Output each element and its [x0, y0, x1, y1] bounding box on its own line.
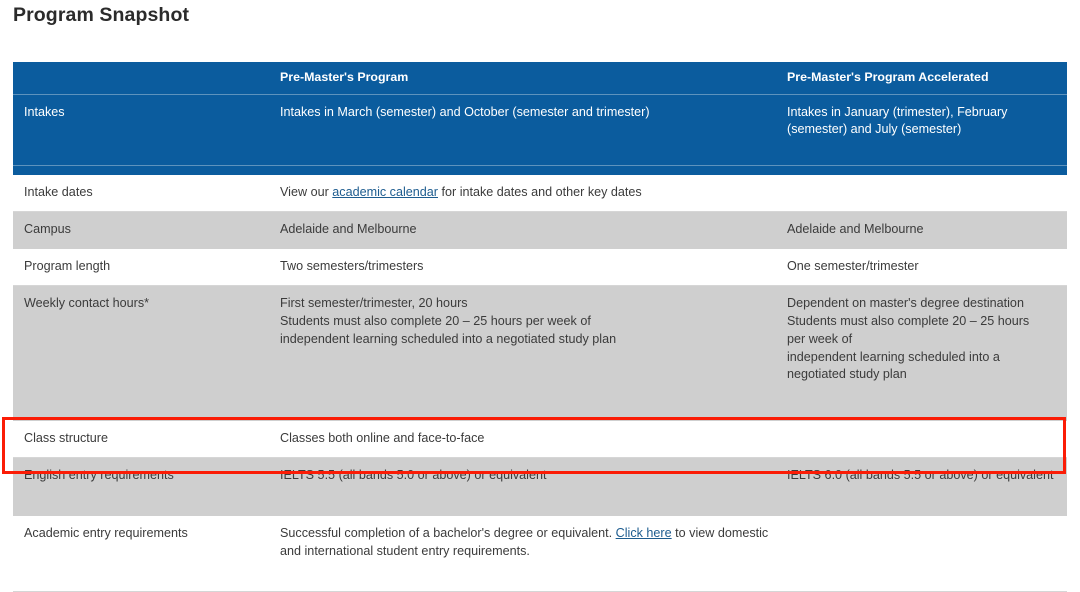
column-header-attribute: [13, 62, 280, 95]
row-label-intakes: Intakes: [13, 93, 280, 167]
page-title: Program Snapshot: [13, 4, 190, 26]
cell-intakes-premasters: Intakes in March (semester) and October …: [280, 93, 787, 167]
intake-dates-text-prefix: View our: [280, 185, 333, 200]
cell-weekly-contact-hours-premasters: First semester/trimester, 20 hours Stude…: [280, 285, 787, 422]
blue-spacer-cell-1: [13, 165, 280, 176]
table-row-blue-spacer: [13, 165, 1067, 176]
academic-calendar-link[interactable]: academic calendar: [332, 185, 438, 199]
table-row-class-structure: Class structure Classes both online and …: [13, 420, 1067, 459]
program-snapshot-table: Pre-Master's Program Pre-Master's Progra…: [13, 62, 1067, 592]
table-row-intake-dates: Intake dates View our academic calendar …: [13, 175, 1067, 213]
row-label-campus: Campus: [13, 211, 280, 250]
cell-class-structure-premasters-accelerated: [787, 420, 1067, 459]
table-row-program-length: Program length Two semesters/trimesters …: [13, 248, 1067, 286]
cell-english-entry-premasters: IELTS 5.5 (all bands 5.0 or above) or eq…: [280, 457, 787, 517]
column-header-premasters-accelerated: Pre-Master's Program Accelerated: [787, 62, 1067, 95]
row-label-program-length: Program length: [13, 248, 280, 286]
row-label-english-entry-requirements: English entry requirements: [13, 457, 280, 517]
cell-program-length-premasters: Two semesters/trimesters: [280, 248, 787, 286]
table-row-weekly-contact-hours: Weekly contact hours* First semester/tri…: [13, 285, 1067, 422]
blue-spacer-cell-2: [280, 165, 787, 176]
cell-class-structure-premasters: Classes both online and face-to-face: [280, 420, 787, 459]
cell-english-entry-premasters-accelerated: IELTS 6.0 (all bands 5.5 or above) or eq…: [787, 457, 1067, 517]
academic-entry-text-prefix: Successful completion of a bachelor's de…: [280, 526, 616, 541]
blue-spacer-cell-3: [787, 165, 1067, 176]
table-row-academic-entry-requirements: Academic entry requirements Successful c…: [13, 515, 1067, 592]
cell-intakes-premasters-accelerated: Intakes in January (trimester), February…: [787, 93, 1067, 167]
cell-program-length-premasters-accelerated: One semester/trimester: [787, 248, 1067, 286]
row-label-intake-dates: Intake dates: [13, 175, 280, 213]
row-label-class-structure: Class structure: [13, 420, 280, 459]
cell-intake-dates-premasters: View our academic calendar for intake da…: [280, 175, 787, 213]
row-label-weekly-contact-hours: Weekly contact hours*: [13, 285, 280, 422]
table-row-intakes: Intakes Intakes in March (semester) and …: [13, 93, 1067, 167]
cell-weekly-contact-hours-premasters-accelerated: Dependent on master's degree destination…: [787, 285, 1067, 422]
row-label-academic-entry-requirements: Academic entry requirements: [13, 515, 280, 592]
intake-dates-text-suffix: for intake dates and other key dates: [438, 185, 642, 200]
click-here-link[interactable]: Click here: [616, 526, 672, 540]
column-header-premasters: Pre-Master's Program: [280, 62, 787, 95]
table-row-campus: Campus Adelaide and Melbourne Adelaide a…: [13, 211, 1067, 250]
cell-academic-entry-premasters: Successful completion of a bachelor's de…: [280, 515, 787, 592]
cell-intake-dates-premasters-accelerated: [787, 175, 1067, 213]
cell-academic-entry-premasters-accelerated: [787, 515, 1067, 592]
table-row-english-entry-requirements: English entry requirements IELTS 5.5 (al…: [13, 457, 1067, 517]
cell-campus-premasters-accelerated: Adelaide and Melbourne: [787, 211, 1067, 250]
cell-campus-premasters: Adelaide and Melbourne: [280, 211, 787, 250]
table-header-row: Pre-Master's Program Pre-Master's Progra…: [13, 62, 1067, 95]
